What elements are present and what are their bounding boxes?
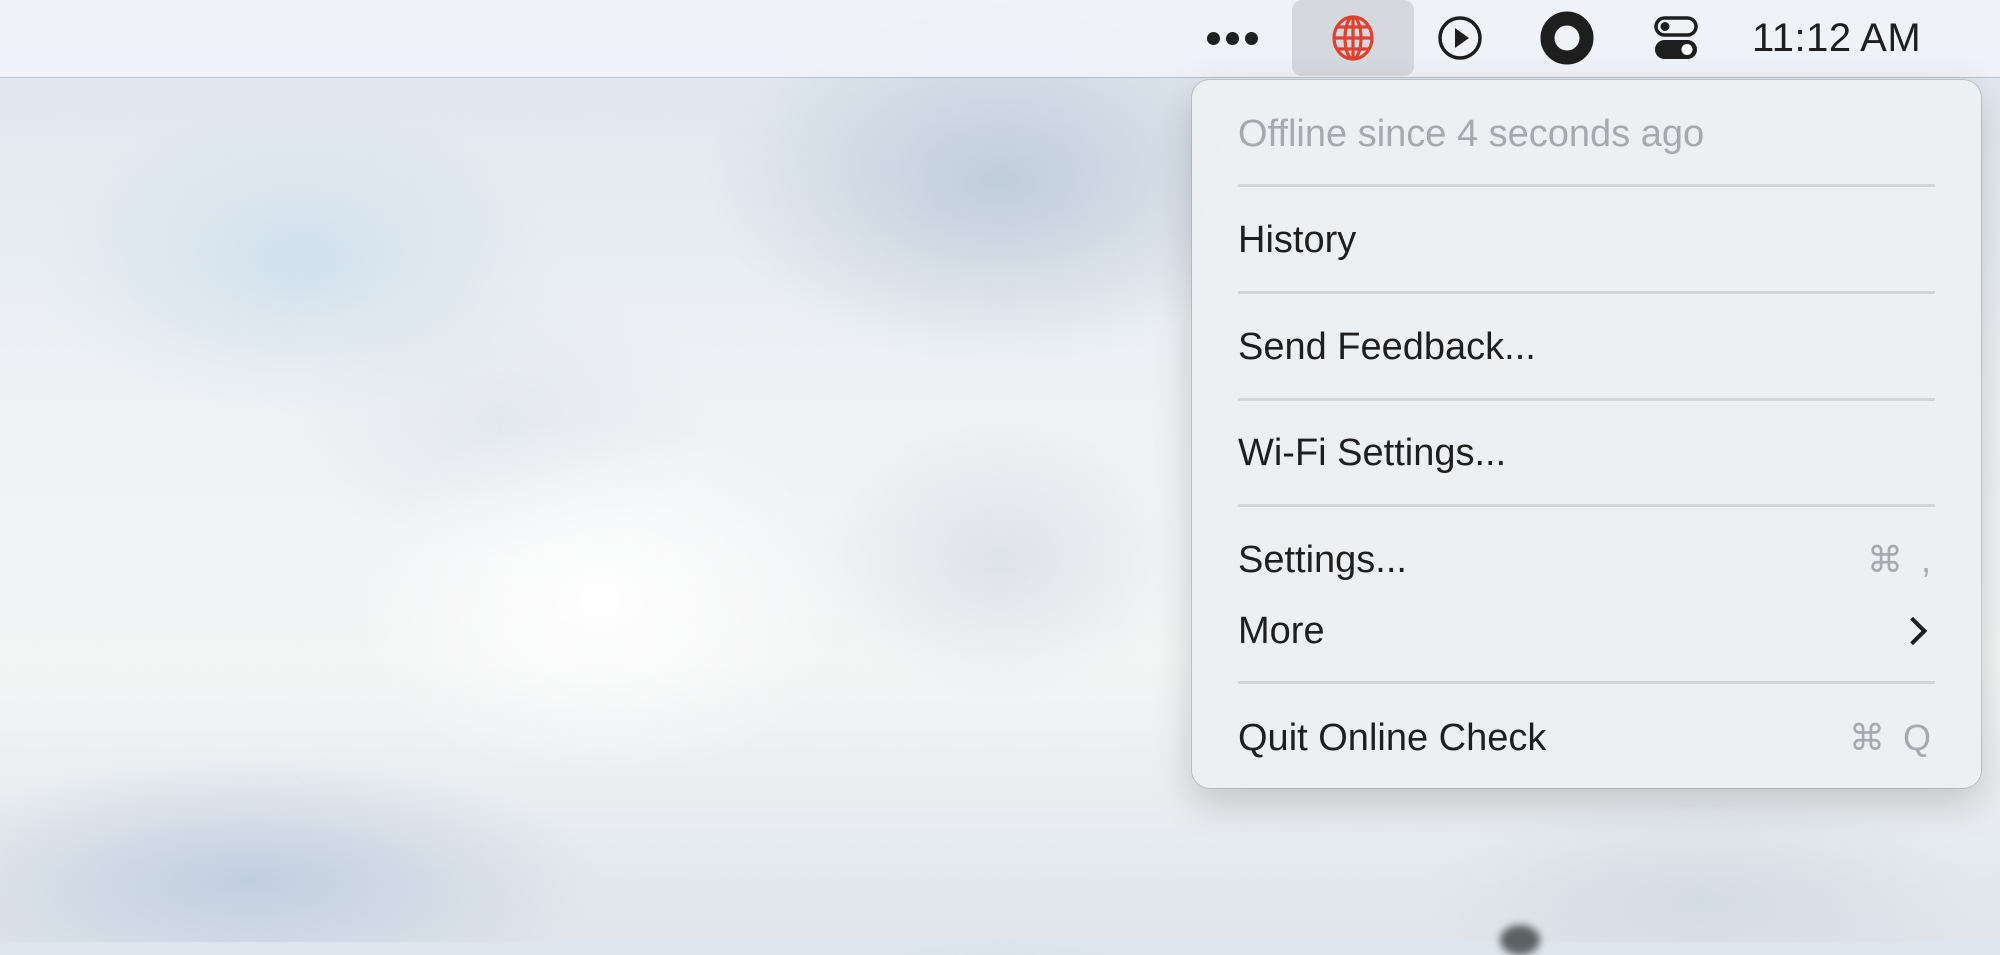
control-center-menu-extra[interactable] xyxy=(1648,0,1704,76)
quit-shortcut: ⌘ Q xyxy=(1848,717,1935,758)
screen-record-menu-extra[interactable] xyxy=(1538,0,1596,76)
record-icon xyxy=(1540,11,1594,65)
online-check-menu-extra[interactable] xyxy=(1292,0,1414,76)
menu-separator xyxy=(1238,398,1935,401)
menu-item-wifi-settings[interactable]: Wi-Fi Settings... xyxy=(1238,423,1935,483)
ellipsis-icon[interactable] xyxy=(1196,0,1268,76)
status-row: Offline since 4 seconds ago xyxy=(1238,104,1935,164)
now-playing-menu-extra[interactable] xyxy=(1432,0,1488,76)
menu-separator xyxy=(1238,291,1935,294)
globe-icon xyxy=(1332,15,1374,61)
menu-bar: 11:12 AM xyxy=(0,0,2000,77)
settings-shortcut: ⌘ , xyxy=(1866,539,1935,580)
menu-item-quit[interactable]: Quit Online Check ⌘ Q xyxy=(1238,708,1935,768)
menu-separator xyxy=(1238,184,1935,187)
menu-item-more[interactable]: More xyxy=(1238,601,1935,661)
menu-item-label: Settings... xyxy=(1238,538,1407,581)
chevron-right-icon xyxy=(1898,616,1928,646)
menu-item-settings[interactable]: Settings... ⌘ , xyxy=(1238,530,1935,590)
toggles-icon xyxy=(1654,16,1698,59)
menu-item-history[interactable]: History xyxy=(1238,210,1935,270)
play-circle-icon xyxy=(1438,16,1482,60)
menu-item-label: History xyxy=(1238,218,1357,261)
wallpaper-detail xyxy=(1500,925,1540,955)
menu-item-label: Wi-Fi Settings... xyxy=(1238,431,1507,474)
menu-bar-clock[interactable]: 11:12 AM xyxy=(1752,0,1952,76)
menu-item-label: Quit Online Check xyxy=(1238,716,1547,759)
menu-item-send-feedback[interactable]: Send Feedback... xyxy=(1238,317,1935,377)
menu-item-label: More xyxy=(1238,609,1325,652)
offline-status-text: Offline since 4 seconds ago xyxy=(1238,112,1705,155)
menu-separator xyxy=(1238,504,1935,507)
online-check-dropdown-menu: Offline since 4 seconds ago History Send… xyxy=(1192,80,1981,788)
menu-separator xyxy=(1238,681,1935,684)
menu-item-label: Send Feedback... xyxy=(1238,325,1536,368)
